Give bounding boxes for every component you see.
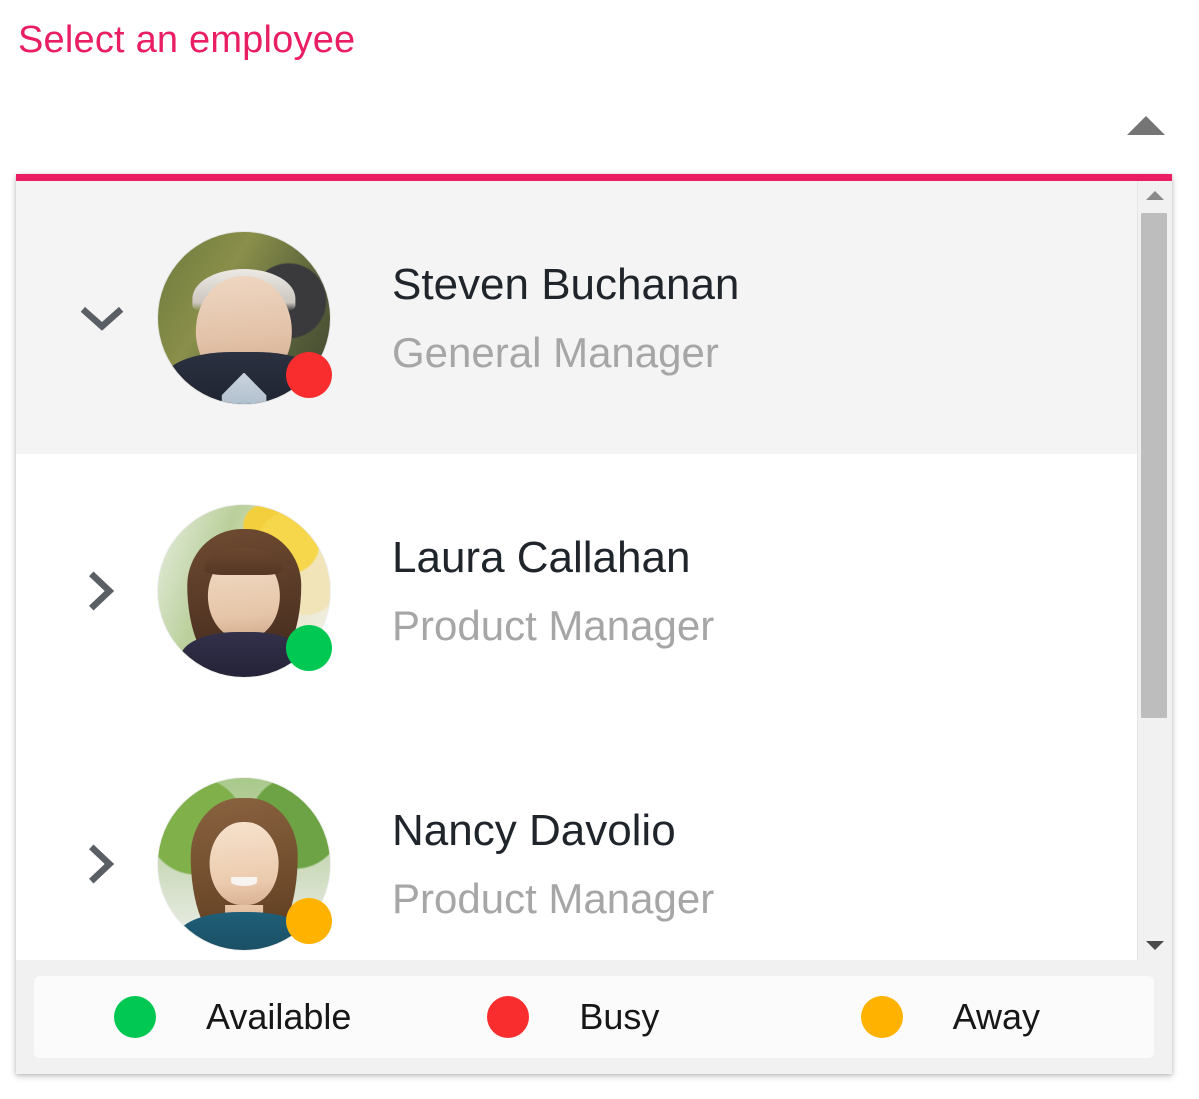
employee-name: Laura Callahan xyxy=(392,530,714,586)
legend-item-busy: Busy xyxy=(407,996,780,1038)
employee-list: Steven Buchanan General Manager xyxy=(16,181,1172,960)
status-legend-box: Available Busy Away xyxy=(34,976,1154,1058)
scrollbar-thumb[interactable] xyxy=(1141,213,1167,718)
avatar xyxy=(158,232,330,404)
scroll-up-arrow-icon[interactable] xyxy=(1146,191,1164,200)
page-title: Select an employee xyxy=(18,16,355,64)
employee-name: Steven Buchanan xyxy=(392,257,739,313)
accent-bar xyxy=(16,174,1172,181)
employee-info: Nancy Davolio Product Manager xyxy=(392,803,714,925)
avatar xyxy=(158,778,330,950)
employee-role: General Manager xyxy=(392,327,739,379)
employee-info: Steven Buchanan General Manager xyxy=(392,257,739,379)
status-badge xyxy=(286,352,332,398)
scroll-down-arrow-icon[interactable] xyxy=(1146,941,1164,950)
avatar xyxy=(158,505,330,677)
status-legend: Available Busy Away xyxy=(16,960,1172,1074)
employee-info: Laura Callahan Product Manager xyxy=(392,530,714,652)
legend-label: Busy xyxy=(579,996,659,1038)
legend-label: Available xyxy=(206,996,351,1038)
list-item[interactable]: Laura Callahan Product Manager xyxy=(16,454,1172,727)
status-badge xyxy=(286,898,332,944)
collapse-toggle-button[interactable] xyxy=(1125,112,1165,136)
legend-item-available: Available xyxy=(34,996,407,1038)
away-dot-icon xyxy=(861,996,903,1038)
employee-picker-screen: Select an employee xyxy=(0,0,1199,1099)
employee-name: Nancy Davolio xyxy=(392,803,714,859)
triangle-up-icon xyxy=(1127,116,1165,135)
legend-label: Away xyxy=(953,996,1040,1038)
available-dot-icon xyxy=(114,996,156,1038)
employee-role: Product Manager xyxy=(392,600,714,652)
chevron-right-icon[interactable] xyxy=(76,836,128,892)
status-badge xyxy=(286,625,332,671)
chevron-right-icon[interactable] xyxy=(76,563,128,619)
employee-role: Product Manager xyxy=(392,873,714,925)
busy-dot-icon xyxy=(487,996,529,1038)
list-item[interactable]: Nancy Davolio Product Manager xyxy=(16,727,1172,960)
employee-list-card: Steven Buchanan General Manager xyxy=(16,174,1172,1074)
chevron-down-icon[interactable] xyxy=(76,298,128,338)
legend-item-away: Away xyxy=(781,996,1154,1038)
list-item[interactable]: Steven Buchanan General Manager xyxy=(16,181,1172,454)
vertical-scrollbar[interactable] xyxy=(1137,181,1172,960)
